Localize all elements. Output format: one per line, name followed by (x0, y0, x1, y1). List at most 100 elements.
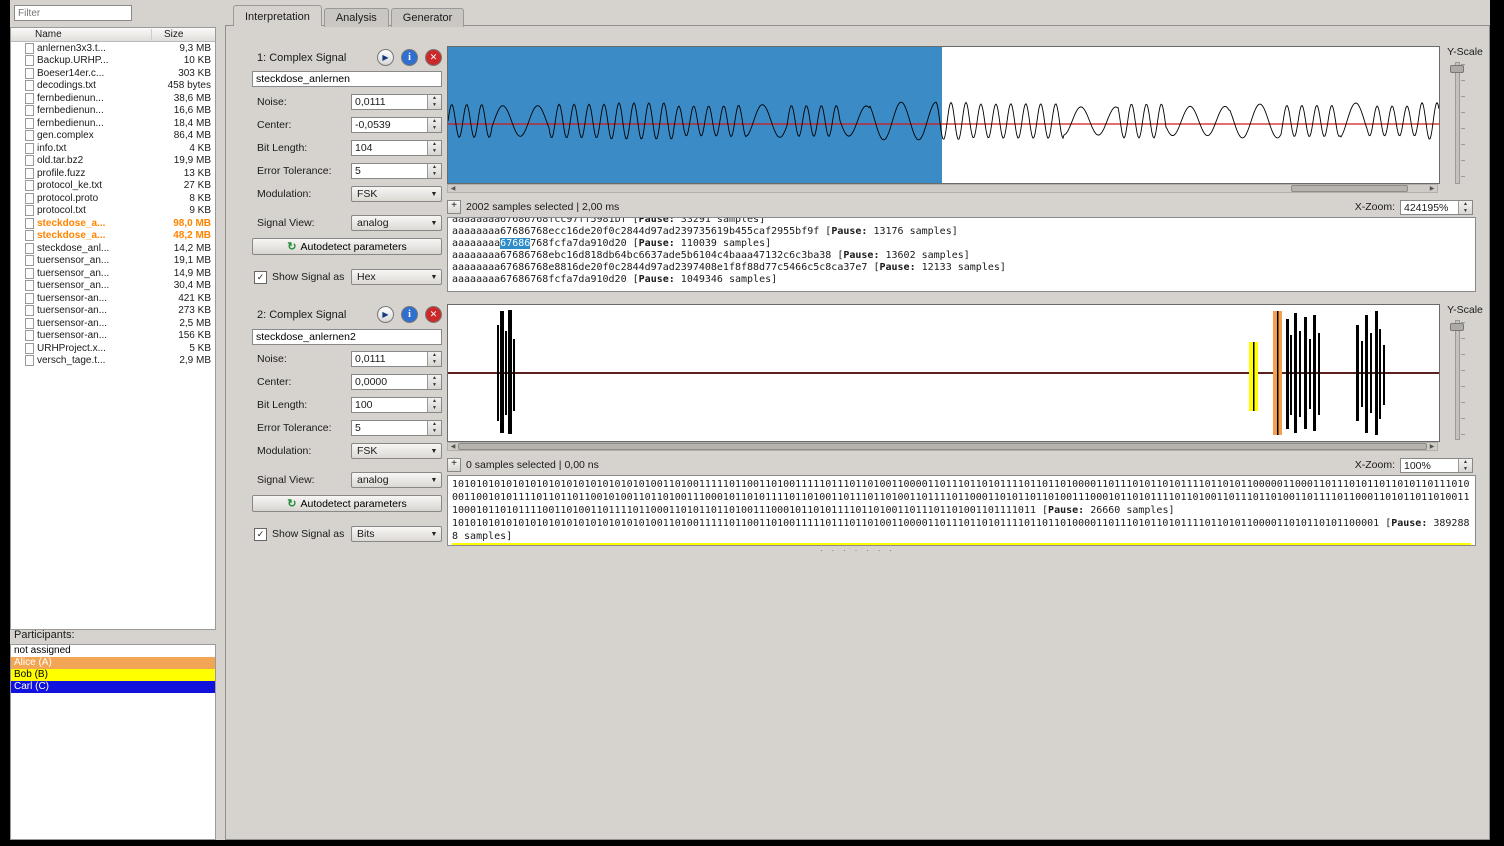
show-signal-as-checkbox[interactable]: ✓ (254, 527, 267, 541)
file-row[interactable]: Backup.URHP... 10 KB (11, 55, 215, 68)
spin-up-icon[interactable]: ▲ (428, 398, 441, 405)
protocol-message[interactable]: aaaaaaaa67686768fcfa7da910d20 [Pause: 11… (452, 238, 1471, 250)
spin-down-icon[interactable]: ▼ (428, 102, 441, 109)
protocol-message[interactable]: 1010101010101010101010101010101010011010… (452, 478, 1471, 517)
spin-up-icon[interactable]: ▲ (428, 352, 441, 359)
file-row[interactable]: protocol.proto 8 KB (11, 192, 215, 205)
protocol-message[interactable]: 1010101010101010101010101010101010011010… (452, 543, 1471, 545)
spin-up-icon[interactable]: ▲ (428, 421, 441, 428)
file-row[interactable]: tuersensor-an... 2,5 MB (11, 317, 215, 330)
protocol-message[interactable]: aaaaaaaa67686768ebc16d818db64bc6637ade5b… (452, 250, 1471, 262)
participant-row[interactable]: Carl (C) (11, 681, 215, 693)
autodetect-parameters-button[interactable]: ↻ Autodetect parameters (252, 238, 442, 255)
close-signal-button[interactable]: ✕ (425, 49, 442, 66)
spin-down-icon[interactable]: ▼ (1459, 208, 1472, 215)
signal1-hscrollbar[interactable]: ◀ ▶ (447, 184, 1438, 193)
column-header-name[interactable]: Name (11, 29, 152, 40)
participant-row[interactable]: Alice (A) (11, 657, 215, 669)
file-row[interactable]: protocol.txt 9 KB (11, 205, 215, 218)
protocol-message[interactable]: aaaaaaaa67686768fcc97ff5981bf [Pause: 33… (452, 218, 1471, 226)
x-zoom-spinbox[interactable]: 100% ▲ ▼ (1400, 457, 1473, 473)
play-signal-button[interactable]: ▶ (377, 306, 394, 323)
slider-handle[interactable] (1450, 65, 1464, 73)
participant-row[interactable]: Bob (B) (11, 669, 215, 681)
signal1-waveform-plot[interactable] (447, 46, 1440, 184)
noise-spinbox[interactable]: 0,0111 ▲ ▼ (351, 351, 442, 367)
file-row[interactable]: protocol_ke.txt 27 KB (11, 180, 215, 193)
signal2-hscrollbar[interactable]: ◀ ▶ (447, 442, 1438, 451)
spin-down-icon[interactable]: ▼ (428, 171, 441, 178)
spin-up-icon[interactable]: ▲ (1459, 201, 1472, 208)
file-row[interactable]: tuersensor-an... 421 KB (11, 292, 215, 305)
file-row[interactable]: profile.fuzz 13 KB (11, 167, 215, 180)
scroll-handle[interactable] (458, 443, 1427, 450)
scroll-left-icon[interactable]: ◀ (448, 185, 458, 192)
close-signal-button[interactable]: ✕ (425, 306, 442, 323)
protocol-message[interactable]: aaaaaaaa67686768ecc16de20f0c2844d97ad239… (452, 226, 1471, 238)
error-tolerance-spinbox[interactable]: 5 ▲ ▼ (351, 163, 442, 179)
scroll-left-icon[interactable]: ◀ (448, 443, 458, 450)
bit-length-spinbox[interactable]: 104 ▲ ▼ (351, 140, 442, 156)
spin-down-icon[interactable]: ▼ (428, 382, 441, 389)
signal-name-input[interactable] (252, 71, 442, 87)
signal-name-input[interactable] (252, 329, 442, 345)
protocol-message[interactable]: aaaaaaaa67686768e8816de20f0c2844d97ad239… (452, 262, 1471, 274)
signal2-protocol-view[interactable]: 1010101010101010101010101010101010011010… (447, 475, 1476, 546)
file-row[interactable]: decodings.txt 458 bytes (11, 80, 215, 93)
modulation-dropdown[interactable]: FSK ▼ (351, 443, 442, 459)
center-spinbox[interactable]: -0,0539 ▲ ▼ (351, 117, 442, 133)
show-signal-as-checkbox[interactable]: ✓ (254, 270, 267, 284)
spin-up-icon[interactable]: ▲ (428, 141, 441, 148)
file-row[interactable]: versch_tage.t... 2,9 MB (11, 355, 215, 368)
protocol-message[interactable]: aaaaaaaa67686768fcfa7da910d20 [Pause: 10… (452, 274, 1471, 286)
file-row[interactable]: steckdose_a... 98,0 MB (11, 217, 215, 230)
signal-info-button[interactable]: i (401, 306, 418, 323)
signal-view-dropdown[interactable]: analog ▼ (351, 472, 442, 488)
selection-region[interactable] (448, 47, 942, 183)
spin-up-icon[interactable]: ▲ (1459, 459, 1472, 466)
show-signal-as-dropdown[interactable]: Bits ▼ (351, 526, 442, 542)
y-scale-slider[interactable] (1449, 320, 1465, 440)
protocol-message[interactable]: 1010101010101010101010101010101010011010… (452, 517, 1471, 543)
scroll-right-icon[interactable]: ▶ (1427, 443, 1437, 450)
signal2-waveform-plot[interactable] (447, 304, 1440, 442)
center-spinbox[interactable]: 0,0000 ▲ ▼ (351, 374, 442, 390)
file-row[interactable]: tuersensor-an... 156 KB (11, 330, 215, 343)
show-signal-as-dropdown[interactable]: Hex ▼ (351, 269, 442, 285)
file-row[interactable]: tuersensor_an... 30,4 MB (11, 280, 215, 293)
file-row[interactable]: fernbedienun... 38,6 MB (11, 92, 215, 105)
file-row[interactable]: fernbedienun... 16,6 MB (11, 105, 215, 118)
spin-up-icon[interactable]: ▲ (428, 375, 441, 382)
signal-view-dropdown[interactable]: analog ▼ (351, 215, 442, 231)
error-tolerance-spinbox[interactable]: 5 ▲ ▼ (351, 420, 442, 436)
scroll-right-icon[interactable]: ▶ (1427, 185, 1437, 192)
signal-info-button[interactable]: i (401, 49, 418, 66)
file-row[interactable]: info.txt 4 KB (11, 142, 215, 155)
signal1-protocol-view[interactable]: aaaaaaaa67686768fcc97ff5981bf [Pause: 33… (447, 217, 1476, 292)
spin-down-icon[interactable]: ▼ (428, 428, 441, 435)
file-row[interactable]: anlernen3x3.t... 9,3 MB (11, 42, 215, 55)
slider-handle[interactable] (1450, 323, 1464, 331)
file-filter-input[interactable] (14, 5, 132, 21)
bit-length-spinbox[interactable]: 100 ▲ ▼ (351, 397, 442, 413)
participant-row[interactable]: not assigned (11, 645, 215, 657)
file-row[interactable]: old.tar.bz2 19,9 MB (11, 155, 215, 168)
noise-spinbox[interactable]: 0,0111 ▲ ▼ (351, 94, 442, 110)
file-row[interactable]: URHProject.x... 5 KB (11, 342, 215, 355)
x-zoom-spinbox[interactable]: 424195% ▲ ▼ (1400, 199, 1473, 215)
file-row[interactable]: steckdose_a... 48,2 MB (11, 230, 215, 243)
spin-up-icon[interactable]: ▲ (428, 95, 441, 102)
scroll-handle[interactable] (1291, 185, 1408, 192)
file-row[interactable]: tuersensor_an... 14,9 MB (11, 267, 215, 280)
autodetect-parameters-button[interactable]: ↻ Autodetect parameters (252, 495, 442, 512)
spin-down-icon[interactable]: ▼ (428, 125, 441, 132)
file-row[interactable]: tuersensor_an... 19,1 MB (11, 255, 215, 268)
file-row[interactable]: tuersensor-an... 273 KB (11, 305, 215, 318)
scroll-track[interactable] (458, 443, 1427, 450)
tab-generator[interactable]: Generator (390, 8, 465, 27)
zoom-selection-button[interactable]: + (447, 458, 461, 472)
modulation-dropdown[interactable]: FSK ▼ (351, 186, 442, 202)
play-signal-button[interactable]: ▶ (377, 49, 394, 66)
tab-interpretation[interactable]: Interpretation (233, 5, 322, 26)
spin-down-icon[interactable]: ▼ (428, 405, 441, 412)
